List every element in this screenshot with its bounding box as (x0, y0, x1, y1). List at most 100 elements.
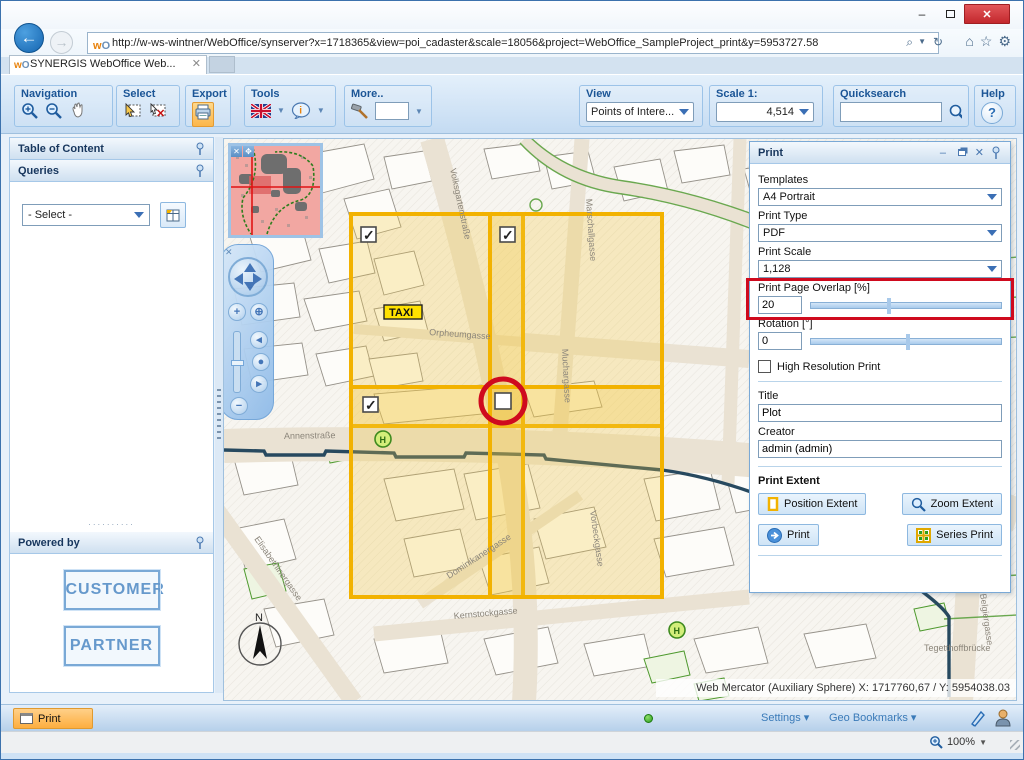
window-close-button[interactable]: ✕ (964, 4, 1010, 24)
toc-panel-header[interactable]: Table of Content (10, 138, 213, 160)
overview-move-icon[interactable]: ✥ (243, 146, 254, 157)
more-tools-dropdown[interactable] (375, 102, 409, 120)
print-export-icon[interactable] (194, 104, 212, 120)
settings-menu[interactable]: Settings ▾ (761, 711, 809, 724)
print-task-button[interactable]: Print (13, 708, 93, 729)
query-select-value: - Select - (28, 209, 72, 221)
geo-bookmarks-menu[interactable]: Geo Bookmarks ▾ (829, 711, 916, 724)
series-print-button[interactable]: Series Print (907, 524, 1002, 546)
full-extent-button[interactable]: ⊕ (250, 303, 268, 321)
zoom-dropdown-icon[interactable]: ▼ (979, 738, 987, 747)
panel-float-icon[interactable] (958, 146, 966, 160)
new-tab-stub[interactable] (209, 56, 235, 73)
panel-minimize-icon[interactable]: – (940, 146, 946, 160)
user-icon[interactable] (994, 708, 1012, 727)
browser-zoom-control[interactable]: 100% ▼ (929, 735, 987, 749)
overview-close-icon[interactable]: ✕ (231, 146, 242, 157)
settings-gear-icon[interactable]: ⚙ (998, 33, 1017, 49)
zoom-out-icon[interactable] (45, 102, 63, 120)
print-task-label: Print (38, 713, 61, 725)
zoom-in-icon[interactable] (21, 102, 39, 120)
pan-up-icon[interactable] (244, 263, 256, 272)
templates-dropdown-icon (987, 194, 997, 200)
refresh-icon[interactable]: ↻ (933, 32, 943, 54)
rotation-input[interactable] (758, 332, 802, 350)
pin-icon[interactable] (194, 536, 206, 550)
window-resize-grip[interactable] (1010, 740, 1020, 750)
print-panel-header[interactable]: Print – ✕ (750, 142, 1010, 164)
query-select[interactable]: - Select - (22, 204, 150, 226)
window-maximize-button[interactable] (937, 4, 963, 24)
favorites-icon[interactable]: ☆ (980, 33, 999, 49)
redline-pen-icon[interactable] (969, 709, 987, 727)
back-button[interactable]: ← (14, 23, 44, 53)
rotation-slider-thumb[interactable] (906, 334, 910, 350)
select-tool-icon[interactable] (123, 102, 142, 120)
navwidget-close-icon[interactable]: ✕ (225, 247, 233, 258)
scale-select[interactable]: 4,514 (716, 102, 814, 122)
address-dropdown-icon[interactable]: ▼ (918, 32, 926, 54)
high-resolution-checkbox[interactable] (758, 360, 771, 373)
prev-extent-button[interactable]: ◂ (250, 331, 268, 349)
sidebar-map-splitter[interactable] (215, 137, 223, 693)
zoom-in-button[interactable]: + (228, 303, 246, 321)
view-select[interactable]: Points of Intere... (586, 102, 694, 122)
quicksearch-input[interactable] (840, 102, 942, 122)
site-favicon: wO (93, 36, 110, 54)
pin-icon[interactable] (194, 164, 206, 178)
queries-panel-header[interactable]: Queries (10, 160, 213, 182)
window-minimize-button[interactable]: – (909, 4, 935, 24)
map-navigation-widget[interactable]: ✕ + ⊕ ◂ ● ▸ − (223, 244, 274, 420)
rotation-slider[interactable] (810, 338, 1002, 345)
powered-by-header[interactable]: Powered by (10, 532, 213, 554)
overlap-slider-thumb[interactable] (887, 298, 891, 314)
page4-checkbox[interactable] (495, 393, 511, 409)
print-type-select[interactable]: PDF (758, 224, 1002, 242)
info-tool-icon[interactable]: i (291, 102, 311, 119)
tools-hammer-icon[interactable] (351, 103, 369, 119)
templates-select[interactable]: A4 Portrait (758, 188, 1002, 206)
panel-pin-icon[interactable] (990, 146, 1002, 160)
overview-map[interactable]: ✕ ✥ (228, 143, 323, 238)
browser-toolbar-icons[interactable]: ⌂☆⚙ (965, 33, 1017, 50)
print-scale-select[interactable]: 1,128 (758, 260, 1002, 278)
print-button[interactable]: Print (758, 524, 819, 546)
address-bar[interactable]: wO http://w-ws-wintner/WebOffice/synserv… (87, 32, 939, 54)
search-icon[interactable]: ⌕ (906, 32, 913, 54)
pin-icon[interactable] (194, 142, 206, 156)
query-definition-button[interactable] (160, 202, 186, 228)
forward-button[interactable]: → (50, 31, 73, 54)
pan-right-icon[interactable] (253, 273, 262, 285)
pan-hand-icon[interactable] (69, 102, 87, 120)
zoom-out-button[interactable]: − (230, 397, 248, 415)
title-input[interactable] (758, 404, 1002, 422)
creator-input[interactable] (758, 440, 1002, 458)
help-button[interactable]: ? (981, 102, 1003, 124)
flag-dropdown-icon[interactable]: ▼ (277, 106, 285, 115)
quicksearch-button-icon[interactable] (948, 103, 962, 121)
next-extent-button[interactable]: ▸ (250, 375, 268, 393)
print-tool-active-highlight[interactable] (192, 102, 214, 127)
more-dropdown-icon[interactable]: ▼ (415, 107, 423, 116)
group-tools-label: Tools (245, 86, 335, 100)
overlap-slider[interactable] (810, 302, 1002, 309)
browser-tab[interactable]: wO SYNERGIS WebOffice Web... ✕ (9, 55, 207, 74)
zoom-slider-thumb[interactable] (231, 360, 244, 366)
language-flag-icon[interactable] (251, 104, 271, 118)
panel-splitter-handle[interactable]: ·········· (10, 522, 213, 530)
home-icon[interactable]: ⌂ (965, 33, 979, 49)
overlap-input[interactable] (758, 296, 802, 314)
position-extent-button[interactable]: Position Extent (758, 493, 866, 515)
direction-pad[interactable] (228, 257, 268, 297)
zoom-slider[interactable] (233, 331, 241, 393)
center-button[interactable]: ● (252, 353, 270, 371)
clear-selection-icon[interactable]: ✕ (148, 102, 167, 120)
pan-left-icon[interactable] (234, 273, 243, 285)
info-dropdown-icon[interactable]: ▼ (317, 106, 325, 115)
partner-logo[interactable]: PARTNER (64, 626, 160, 666)
zoom-extent-button[interactable]: Zoom Extent (902, 493, 1002, 515)
customer-logo[interactable]: CUSTOMER (64, 570, 160, 610)
high-resolution-label: High Resolution Print (777, 361, 880, 373)
panel-close-icon[interactable]: ✕ (975, 146, 984, 160)
tab-close-icon[interactable]: ✕ (192, 56, 201, 73)
